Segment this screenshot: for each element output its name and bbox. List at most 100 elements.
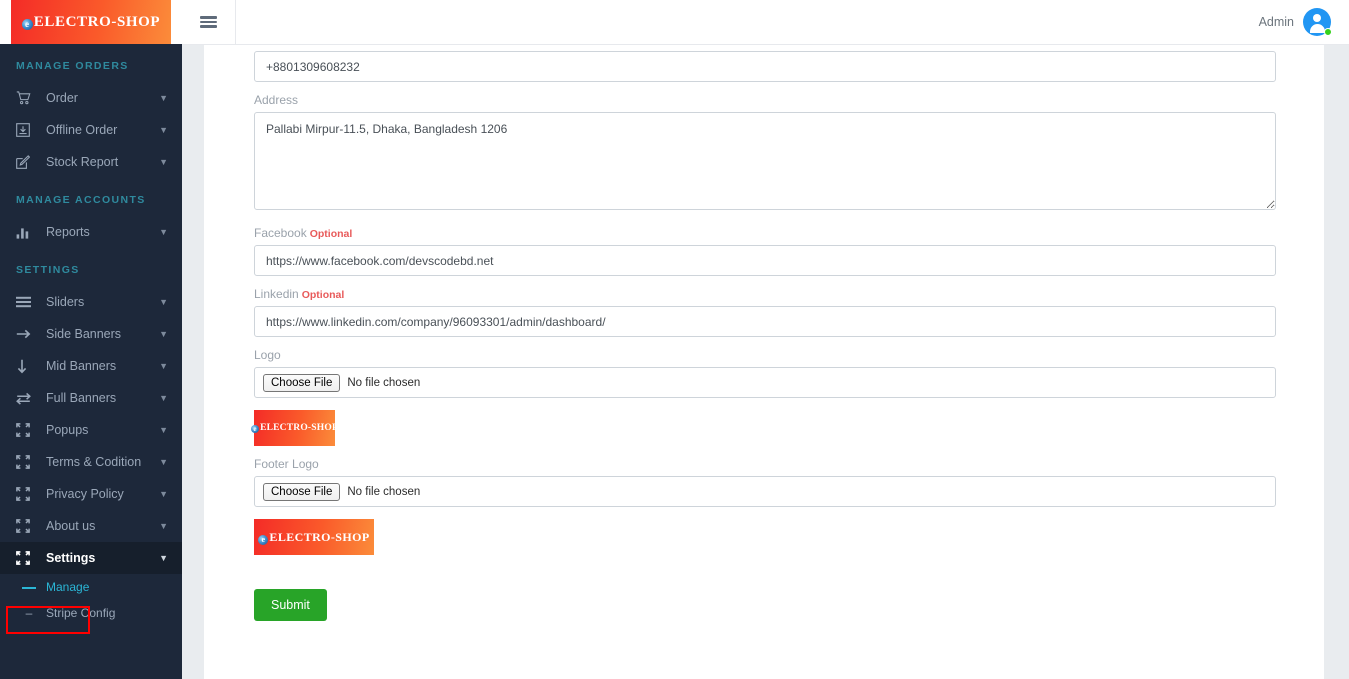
linkedin-input[interactable] bbox=[254, 306, 1276, 337]
sidebar-item-about-us[interactable]: About us ▼ bbox=[0, 510, 182, 542]
sidebar-item-label: Offline Order bbox=[46, 123, 118, 137]
sidebar-item-label: Full Banners bbox=[46, 391, 117, 405]
sidebar-item-label: About us bbox=[46, 519, 96, 533]
sidebar-item-label: Terms & Codition bbox=[46, 455, 142, 469]
sidebar-item-label: Privacy Policy bbox=[46, 487, 124, 501]
arrow-down-icon bbox=[16, 358, 36, 374]
footer-logo-preview-image: e ELECTRO-SHOP bbox=[254, 519, 374, 555]
logo-file-input[interactable]: Choose File No file chosen bbox=[254, 367, 1276, 398]
sidebar-item-label: Order bbox=[46, 91, 78, 105]
sidebar-item-label: Stock Report bbox=[46, 155, 119, 169]
facebook-input[interactable] bbox=[254, 245, 1276, 276]
choose-file-button[interactable]: Choose File bbox=[263, 482, 341, 501]
arrows-alt-icon bbox=[16, 550, 36, 566]
chevron-down-icon: ▼ bbox=[159, 92, 168, 103]
chevron-down-icon: ▼ bbox=[159, 296, 168, 307]
brand-logo-plate: e ELECTRO-SHOP bbox=[11, 0, 171, 44]
logo-label: Logo bbox=[254, 348, 281, 362]
chevron-down-icon: ▼ bbox=[159, 226, 168, 237]
chevron-down-icon: ▼ bbox=[159, 156, 168, 167]
sidebar-item-reports[interactable]: Reports ▼ bbox=[0, 216, 182, 248]
arrows-alt-icon bbox=[16, 486, 36, 502]
inbox-download-icon bbox=[16, 122, 36, 138]
no-file-chosen-text: No file chosen bbox=[347, 485, 421, 498]
sidebar-item-stock-report[interactable]: Stock Report ▼ bbox=[0, 146, 182, 178]
optional-badge: Optional bbox=[301, 289, 345, 301]
sidebar-item-label: Side Banners bbox=[46, 327, 122, 341]
sidebar-section-manage-accounts: MANAGE ACCOUNTS bbox=[16, 194, 146, 206]
no-file-chosen-text: No file chosen bbox=[347, 376, 421, 389]
chevron-down-icon: ▼ bbox=[159, 424, 168, 435]
footer-logo-label: Footer Logo bbox=[254, 457, 319, 471]
site-settings-form: Address FacebookOptional LinkedinOptiona… bbox=[251, 45, 1276, 621]
footer-logo-file-input[interactable]: Choose File No file chosen bbox=[254, 476, 1276, 507]
sidebar-subitem-label: Stripe Config bbox=[46, 606, 116, 620]
settings-content-card: Address FacebookOptional LinkedinOptiona… bbox=[204, 45, 1324, 679]
avatar-head bbox=[1313, 14, 1321, 22]
chevron-down-icon: ▼ bbox=[159, 552, 168, 563]
optional-badge: Optional bbox=[309, 228, 353, 240]
facebook-label-text: Facebook bbox=[254, 226, 307, 240]
arrow-right-icon bbox=[16, 326, 36, 342]
sidebar-item-sliders[interactable]: Sliders ▼ bbox=[0, 286, 182, 318]
bar-chart-icon bbox=[16, 224, 36, 240]
sidebar-item-terms-condition[interactable]: Terms & Codition ▼ bbox=[0, 446, 182, 478]
sidebar-item-settings[interactable]: Settings ▼ bbox=[0, 542, 182, 574]
address-label: Address bbox=[254, 93, 299, 107]
sidebar-item-label: Sliders bbox=[46, 295, 85, 309]
sidebar-subitem-stripe-config[interactable]: – Stripe Config bbox=[0, 600, 182, 626]
chevron-down-icon: ▼ bbox=[159, 124, 168, 135]
avatar-body bbox=[1309, 24, 1325, 33]
shopping-cart-icon bbox=[16, 90, 36, 106]
chevron-down-icon: ▼ bbox=[159, 328, 168, 339]
facebook-label: Facebook Optional bbox=[254, 226, 1276, 240]
choose-file-button[interactable]: Choose File bbox=[263, 373, 341, 392]
hamburger-icon bbox=[200, 14, 217, 30]
sidebar-item-order[interactable]: Order ▼ bbox=[0, 82, 182, 114]
chevron-down-icon: ▼ bbox=[159, 488, 168, 499]
sidebar-item-label: Reports bbox=[46, 225, 90, 239]
dash-icon bbox=[22, 580, 36, 594]
avatar[interactable] bbox=[1303, 8, 1332, 36]
arrows-alt-icon bbox=[16, 454, 36, 470]
dash-icon: – bbox=[25, 606, 33, 620]
footer-logo-preview-text: e ELECTRO-SHOP bbox=[258, 530, 369, 545]
arrows-alt-icon bbox=[16, 422, 36, 438]
linkedin-label-text: Linkedin bbox=[254, 287, 299, 301]
sidebar-item-popups[interactable]: Popups ▼ bbox=[0, 414, 182, 446]
chevron-down-icon: ▼ bbox=[159, 456, 168, 467]
sidebar-item-mid-banners[interactable]: Mid Banners ▼ bbox=[0, 350, 182, 382]
linkedin-label: Linkedin Optional bbox=[254, 287, 1276, 301]
electro-e-icon: e bbox=[21, 18, 33, 30]
address-textarea[interactable] bbox=[254, 112, 1276, 210]
edit-square-icon bbox=[16, 154, 36, 170]
logo-preview-text: e ELECTRO-SHOP bbox=[251, 423, 338, 433]
sidebar-item-label: Popups bbox=[46, 423, 89, 437]
brand-logo[interactable]: e ELECTRO-SHOP bbox=[0, 0, 182, 44]
bars-icon bbox=[16, 294, 36, 310]
sidebar-subitem-manage[interactable]: Manage bbox=[0, 574, 182, 600]
sidebar-subitem-label: Manage bbox=[46, 580, 90, 594]
chevron-down-icon: ▼ bbox=[159, 392, 168, 403]
electro-e-icon: e bbox=[258, 534, 269, 545]
sidebar: e ELECTRO-SHOP MANAGE ORDERS Order ▼ Offl… bbox=[0, 0, 182, 679]
sidebar-item-offline-order[interactable]: Offline Order ▼ bbox=[0, 114, 182, 146]
phone-input[interactable] bbox=[254, 51, 1276, 82]
chevron-down-icon: ▼ bbox=[159, 360, 168, 371]
chevron-down-icon: ▼ bbox=[159, 520, 168, 531]
user-name-label: Admin bbox=[1258, 15, 1294, 29]
sidebar-item-privacy-policy[interactable]: Privacy Policy ▼ bbox=[0, 478, 182, 510]
logo-preview-image: e ELECTRO-SHOP bbox=[251, 410, 338, 446]
exchange-arrows-icon bbox=[16, 390, 36, 406]
sidebar-item-side-banners[interactable]: Side Banners ▼ bbox=[0, 318, 182, 350]
electro-e-icon: e bbox=[251, 425, 260, 433]
sidebar-item-full-banners[interactable]: Full Banners ▼ bbox=[0, 382, 182, 414]
arrows-alt-icon bbox=[16, 518, 36, 534]
sidebar-toggle-button[interactable] bbox=[182, 0, 236, 44]
user-menu[interactable]: Admin bbox=[1259, 8, 1349, 36]
top-navbar: Admin bbox=[182, 0, 1349, 45]
sidebar-item-label: Settings bbox=[46, 551, 96, 565]
sidebar-section-settings: SETTINGS bbox=[16, 264, 80, 276]
submit-button[interactable]: Submit bbox=[254, 589, 327, 621]
sidebar-item-label: Mid Banners bbox=[46, 359, 117, 373]
